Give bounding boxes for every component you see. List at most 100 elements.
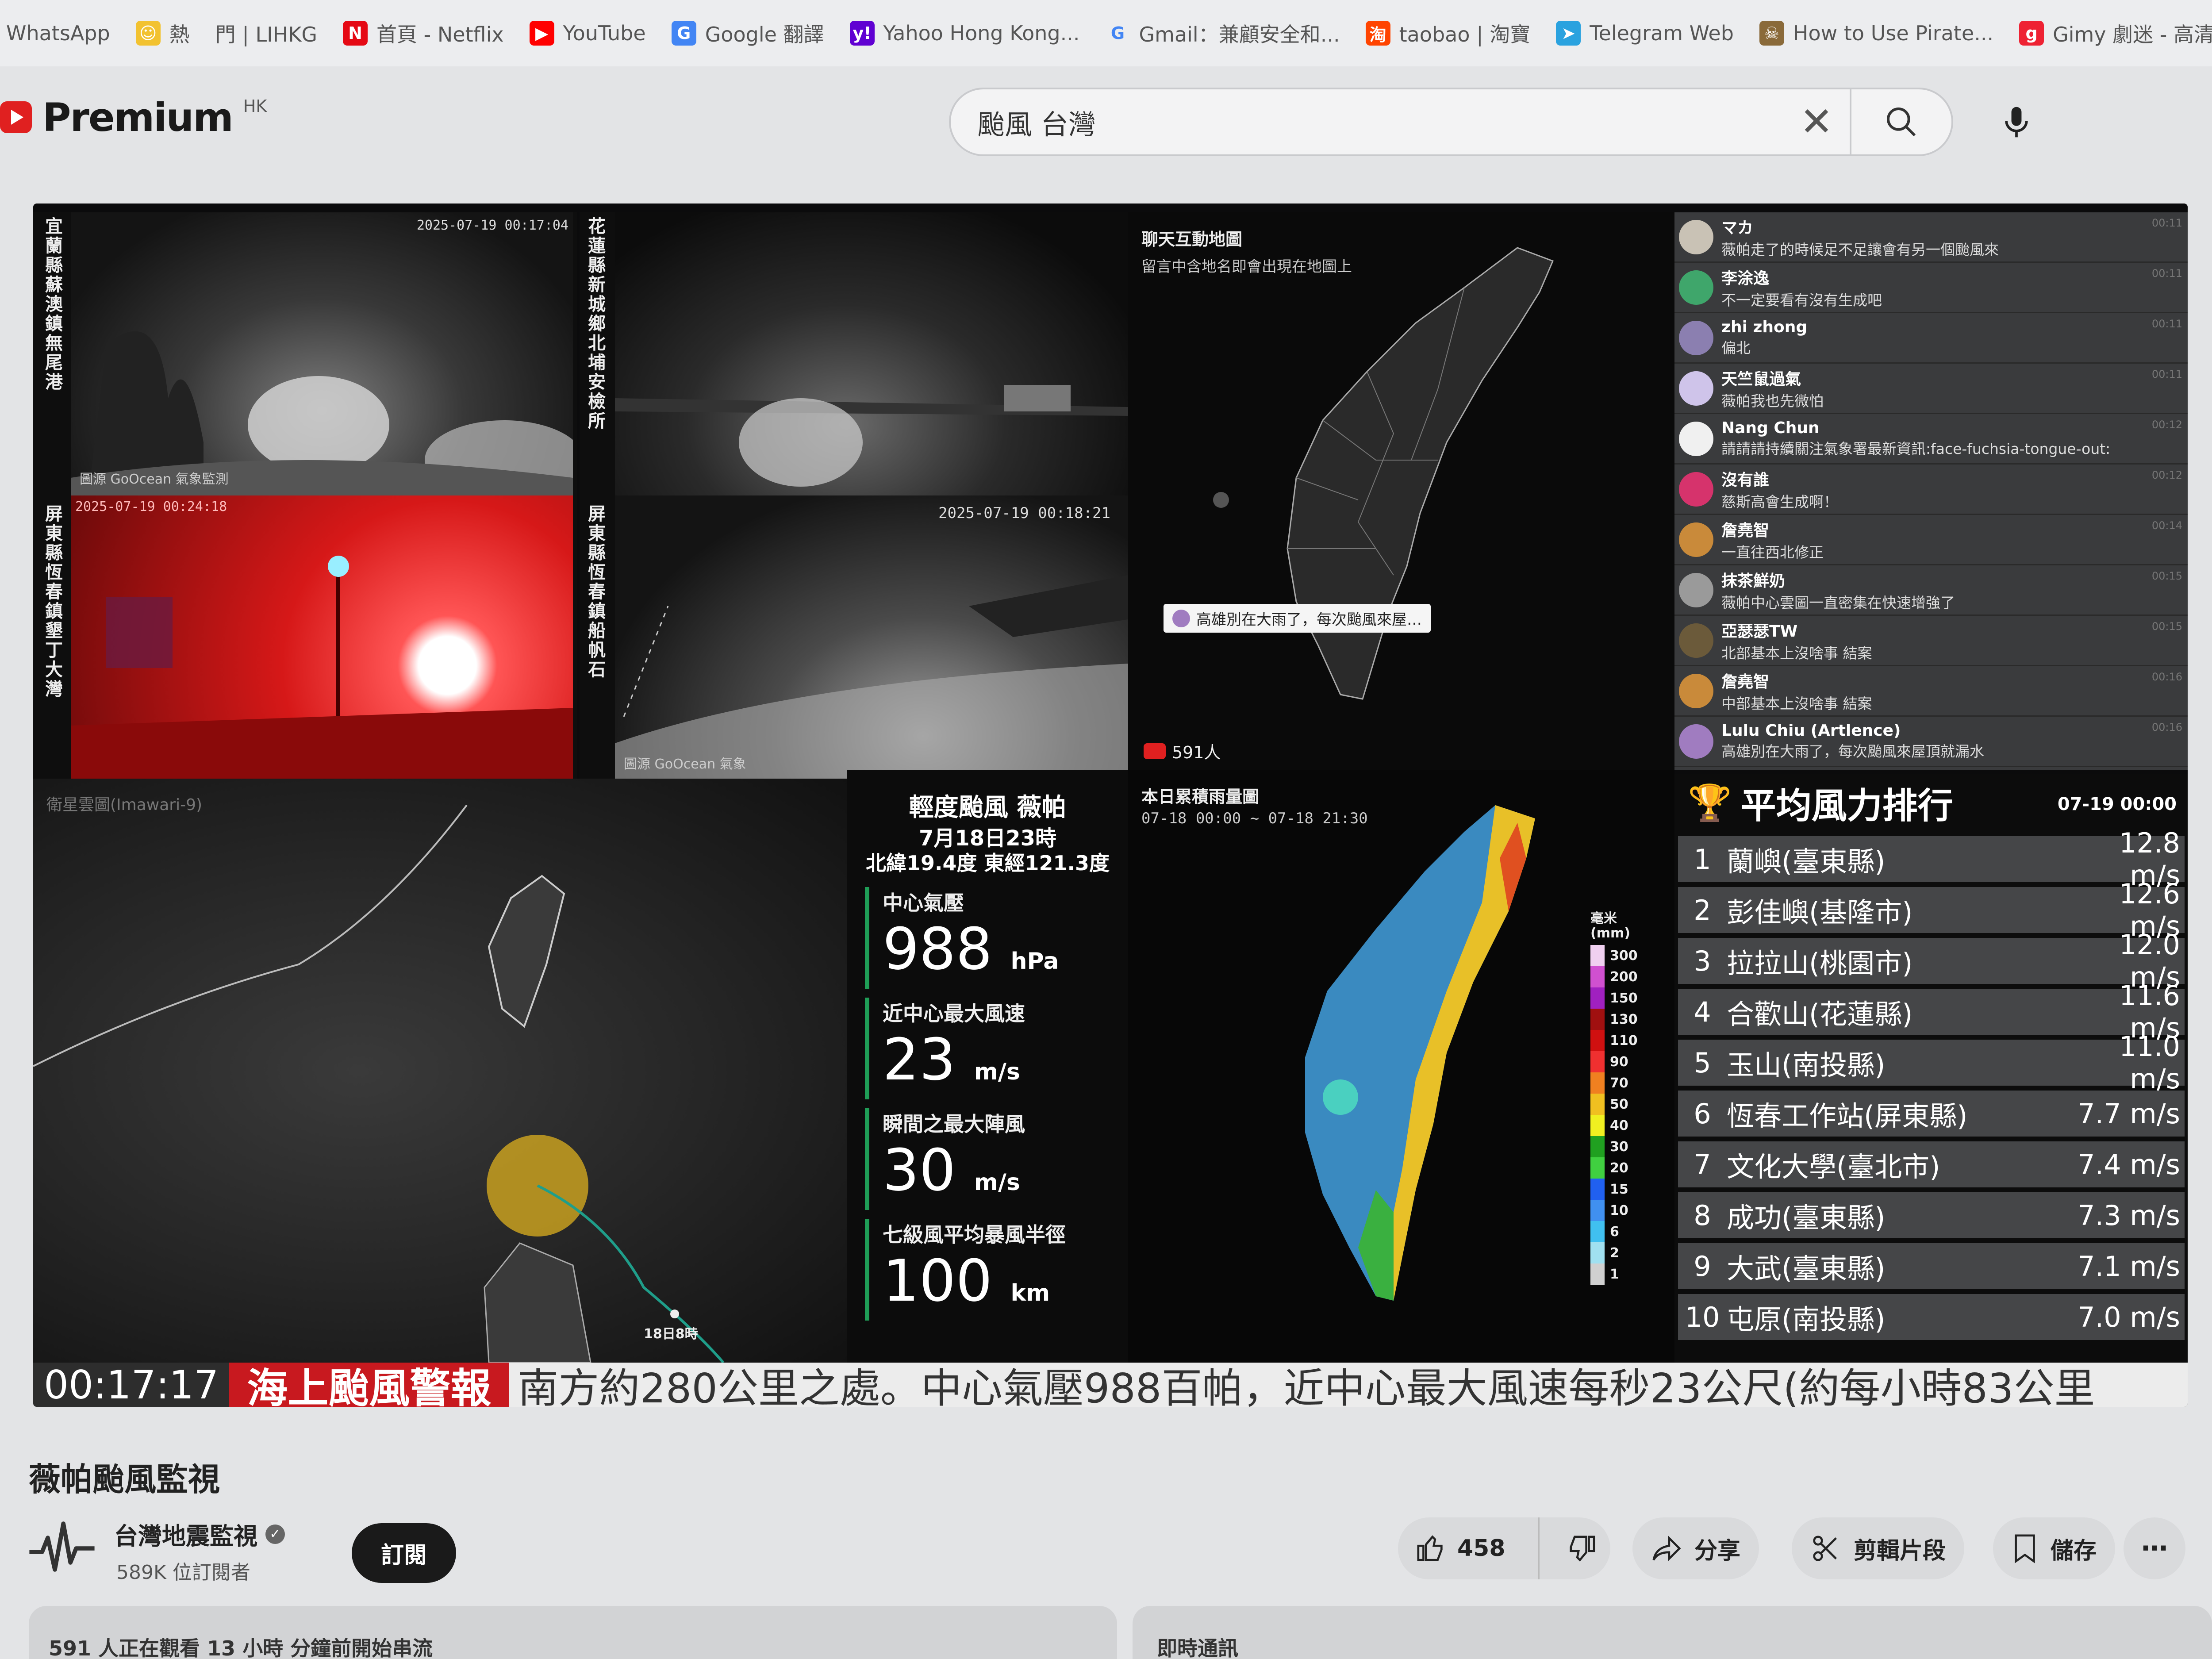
search-input[interactable] [951, 89, 1783, 154]
dislike-button[interactable] [1552, 1517, 1610, 1579]
chat-text: 北部基本上沒啥事 結案 [1721, 644, 1872, 662]
legend-swatch [1590, 1179, 1605, 1200]
camera-panel-4: 屏東縣恆春鎮船帆石 2025-07-19 00:18:21 圖源 GoOcean… [580, 495, 1128, 779]
share-label: 分享 [1694, 1537, 1741, 1564]
legend-swatch [1590, 1221, 1605, 1242]
stat-unit: m/s [974, 1169, 1020, 1196]
bookmark-10[interactable]: ☠ How to Use Pirate... [1759, 21, 1993, 46]
chat-text: 薇帕中心雲圖一直密集在快速增強了 [1721, 594, 1955, 611]
chat-time: 00:12 [2151, 469, 2182, 481]
camera-panel-3: 屏東縣恆春鎮墾丁大灣 2025-07-19 00:24:18 [33, 495, 577, 779]
subscribe-button[interactable]: 訂閱 [352, 1523, 456, 1583]
search-button[interactable] [1850, 89, 1951, 154]
legend-entry: 150 [1590, 987, 1638, 1009]
wind-speed: 7.3 m/s [2078, 1199, 2180, 1232]
legend-value: 6 [1610, 1224, 1619, 1240]
microphone-icon [2005, 107, 2028, 137]
bookmark-7[interactable]: G Gmail：兼顧安全和... [1106, 19, 1340, 48]
bookmark-5[interactable]: G Google 翻譯 [671, 19, 824, 48]
live-chat-overlay: マカ 薇帕走了的時候足不足讓會有另一個颱風來 00:11 李涂逸 不一定要看有沒有生成吧… [1674, 212, 2188, 770]
more-actions-button[interactable]: ⋯ [2124, 1517, 2185, 1579]
bookmark-11[interactable]: g Gimy 劇迷 - 高清線 [2019, 19, 2212, 48]
ticker-label: 海上颱風警報 [229, 1363, 509, 1407]
voice-search-button[interactable] [1982, 88, 2051, 156]
yahoo-icon: y! [849, 21, 875, 46]
wind-rank: 10 [1685, 1301, 1720, 1333]
bookmark-icon [2015, 1534, 2035, 1563]
bookmark-label: 首頁 - Netflix [376, 23, 504, 46]
legend-entry: 90 [1590, 1051, 1638, 1072]
save-label: 儲存 [2051, 1537, 2097, 1564]
telegram-icon: ➤ [1556, 21, 1581, 46]
description-box[interactable]: 591 人正在觀看 13 小時 分鐘前開始串流 [29, 1606, 1117, 1659]
like-button[interactable]: 458 [1398, 1517, 1540, 1579]
share-button[interactable]: 分享 [1632, 1517, 1759, 1579]
bookmark-label: Gmail：兼顧安全和... [1139, 23, 1340, 46]
bookmark-2[interactable]: 門 | LIHKG [215, 19, 317, 48]
legend-value: 200 [1610, 969, 1638, 985]
bookmark-6[interactable]: y! Yahoo Hong Kong... [849, 21, 1080, 46]
chat-body: 抹茶鮮奶 薇帕中心雲圖一直密集在快速增強了 [1721, 568, 1955, 612]
stat-unit: hPa [1010, 948, 1059, 975]
chat-message: 天竺鼠過氣 薇帕我也先微怕 00:11 [1674, 364, 2188, 414]
legend-value: 150 [1610, 990, 1638, 1006]
save-button[interactable]: 儲存 [1993, 1517, 2116, 1579]
bookmarks-bar: WhatsApp ☺ 熱門 | LIHKG N 首頁 - Netflix ▶ YouTube… [0, 0, 2212, 66]
wind-ranking-row: 1 蘭嶼(臺東縣) 12.8 m/s [1678, 827, 2185, 891]
chat-text: 一直往西北修正 [1721, 543, 1824, 561]
wind-title: 🏆 平均風力排行 [1688, 779, 1953, 827]
channel-name[interactable]: 台灣地震監視 ✓ [114, 1517, 285, 1551]
chat-body: zhi zhong 偏北 [1721, 318, 1807, 357]
clear-search-button[interactable]: ✕ [1783, 89, 1850, 154]
bookmark-1[interactable]: ☺ 熱 [135, 19, 190, 48]
taiwan-map [1213, 247, 1554, 700]
bookmark-0[interactable]: WhatsApp [6, 21, 110, 45]
chat-body: 詹堯智 中部基本上沒啥事 結案 [1721, 669, 1872, 713]
chat-text: 薇帕走了的時候足不足讓會有另一個颱風來 [1721, 241, 1999, 258]
live-chat-label: 即時通訊 [1157, 1636, 1238, 1659]
rainfall-map [1305, 805, 1535, 1301]
youtube-premium-logo[interactable]: Premium HK [0, 91, 267, 144]
legend-swatch [1590, 1136, 1605, 1157]
viewer-count: 591人 [1144, 739, 1221, 763]
chat-text: 不一定要看有沒有生成吧 [1721, 291, 1882, 309]
bookmark-4[interactable]: ▶ YouTube [529, 21, 646, 46]
wind-station: 屯原(南投縣) [1727, 1303, 1886, 1336]
typhoon-stat: 瞬間之最大陣風 30 m/s [865, 1108, 1025, 1210]
live-chat-box[interactable]: 即時通訊 [1133, 1606, 2212, 1659]
wind-station: 彭佳嶼(基隆市) [1727, 896, 1913, 929]
legend-swatch [1590, 1115, 1605, 1136]
cam-location-label: 宜蘭縣蘇澳鎮無尾港 [42, 217, 62, 392]
map-bubble-text: 高雄別在大雨了，每次颱風來屋… [1196, 611, 1422, 629]
video-player[interactable]: 宜蘭縣蘇澳鎮無尾港 2025-07-19 00:17:04 圖源 GoOcean… [33, 204, 2188, 1407]
legend-swatch [1590, 1200, 1605, 1221]
wind-station: 蘭嶼(臺東縣) [1727, 845, 1886, 878]
bookmark-8[interactable]: 淘 taobao | 淘寶 [1365, 19, 1530, 48]
clip-button[interactable]: 剪輯片段 [1792, 1517, 1965, 1579]
chat-text: 高雄別在大雨了，每次颱風來屋頂就漏水 [1721, 743, 1984, 760]
legend-title: 毫米 (mm) [1590, 911, 1630, 941]
chat-author: 李涂逸 [1721, 269, 1770, 288]
rainfall-panel: 本日累積雨量圖 07-18 00:00 ~ 07-18 21:30 毫米 (mm… [1128, 770, 1674, 1363]
legend-value: 20 [1610, 1160, 1628, 1176]
chat-text: 中部基本上沒啥事 結案 [1721, 695, 1872, 712]
bookmark-3[interactable]: N 首頁 - Netflix [343, 19, 504, 48]
logo-text: Premium [42, 94, 234, 140]
clip-label: 剪輯片段 [1854, 1537, 1946, 1564]
legend-entry: 70 [1590, 1072, 1638, 1094]
chat-author: zhi zhong [1721, 318, 1808, 336]
avatar [1679, 371, 1713, 406]
satellite-panel: 衛星雲圖(Imawari-9) 18日8時 [33, 779, 847, 1363]
bookmark-9[interactable]: ➤ Telegram Web [1556, 21, 1734, 46]
chat-body: 亞瑟瑟TW 北部基本上沒啥事 結案 [1721, 618, 1872, 663]
rainfall-legend: 毫米 (mm) 300 200 150 130 110 90 70 50 40 30 20 15 10 6… [1590, 911, 1638, 1285]
wind-ranking-row: 5 玉山(南投縣) 11.0 m/s [1678, 1030, 2185, 1095]
region-label: HK [243, 96, 267, 116]
legend-value: 40 [1610, 1118, 1628, 1133]
channel-avatar[interactable] [27, 1513, 97, 1584]
close-icon: ✕ [1800, 99, 1833, 145]
wind-ranking-row: 8 成功(臺東縣) 7.3 m/s [1678, 1192, 2185, 1238]
cam-location-label: 花蓮縣新城鄉北埔安檢所 [585, 217, 605, 431]
verified-icon: ✓ [265, 1524, 285, 1544]
legend-entry: 130 [1590, 1009, 1638, 1030]
